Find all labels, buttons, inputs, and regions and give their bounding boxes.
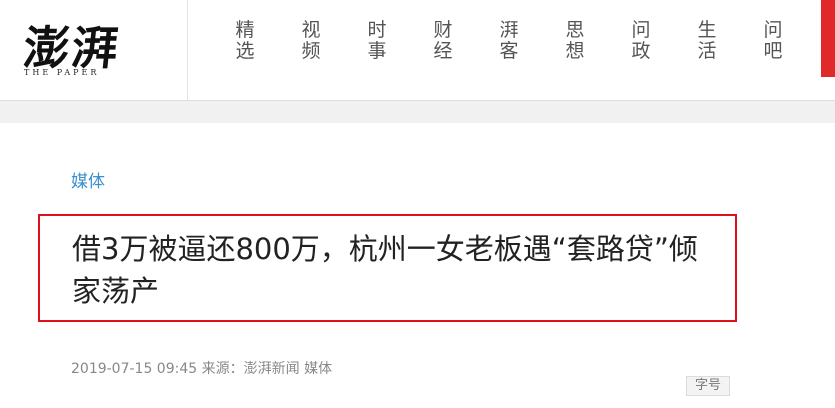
article-date: 2019-07-15 09:45	[71, 361, 198, 377]
nav-char: 频	[301, 40, 321, 62]
nav-char: 视	[301, 19, 321, 41]
nav-char: 吧	[763, 40, 783, 62]
nav-char: 选	[235, 40, 255, 62]
nav-item-wenzheng[interactable]: 问 政	[624, 20, 658, 62]
nav-char: 事	[367, 40, 387, 62]
nav-item-wenba[interactable]: 问 吧	[756, 20, 790, 62]
nav-char: 客	[499, 40, 519, 62]
page: 澎湃 THE PAPER 精 选 视 频 时 事 财 经 湃 客 思 想 问 政…	[0, 0, 835, 408]
logo-subtitle: THE PAPER	[24, 68, 100, 77]
header-divider	[187, 0, 188, 100]
article-source: 澎湃新闻 媒体	[243, 361, 333, 377]
nav-char: 湃	[499, 19, 519, 41]
nav-char: 政	[631, 40, 651, 62]
nav-item-paike[interactable]: 湃 客	[492, 20, 526, 62]
nav-item-caijing[interactable]: 财 经	[426, 20, 460, 62]
header-gray-band	[0, 101, 835, 123]
site-logo[interactable]: 澎湃 THE PAPER	[18, 10, 168, 90]
nav-char: 时	[367, 19, 387, 41]
article-meta: 2019-07-15 09:45 来源：澎湃新闻 媒体	[71, 358, 332, 378]
nav-item-sixiang[interactable]: 思 想	[558, 20, 592, 62]
nav-item-shipin[interactable]: 视 频	[294, 20, 328, 62]
title-highlight-box: 借3万被逼还800万，杭州一女老板遇“套路贷”倾家荡产	[38, 214, 737, 322]
nav-char: 活	[697, 40, 717, 62]
nav-char: 问	[763, 19, 783, 41]
nav-item-jingxuan[interactable]: 精 选	[228, 20, 262, 62]
nav-char: 精	[235, 19, 255, 41]
nav-char: 想	[565, 40, 585, 62]
article-title: 借3万被逼还800万，杭州一女老板遇“套路贷”倾家荡产	[72, 232, 698, 308]
nav-item-shenghuo[interactable]: 生 活	[690, 20, 724, 62]
header-red-tab[interactable]	[821, 0, 835, 77]
nav-char: 经	[433, 40, 453, 62]
nav-item-shishi[interactable]: 时 事	[360, 20, 394, 62]
nav-char: 生	[697, 19, 717, 41]
article-category-link[interactable]: 媒体	[71, 167, 105, 192]
font-size-button[interactable]: 字号	[686, 376, 730, 396]
nav-char: 思	[565, 19, 585, 41]
article-source-label: 来源：	[201, 361, 244, 377]
nav-char: 问	[631, 19, 651, 41]
nav-char: 财	[433, 19, 453, 41]
site-header: 澎湃 THE PAPER 精 选 视 频 时 事 财 经 湃 客 思 想 问 政…	[0, 0, 835, 101]
